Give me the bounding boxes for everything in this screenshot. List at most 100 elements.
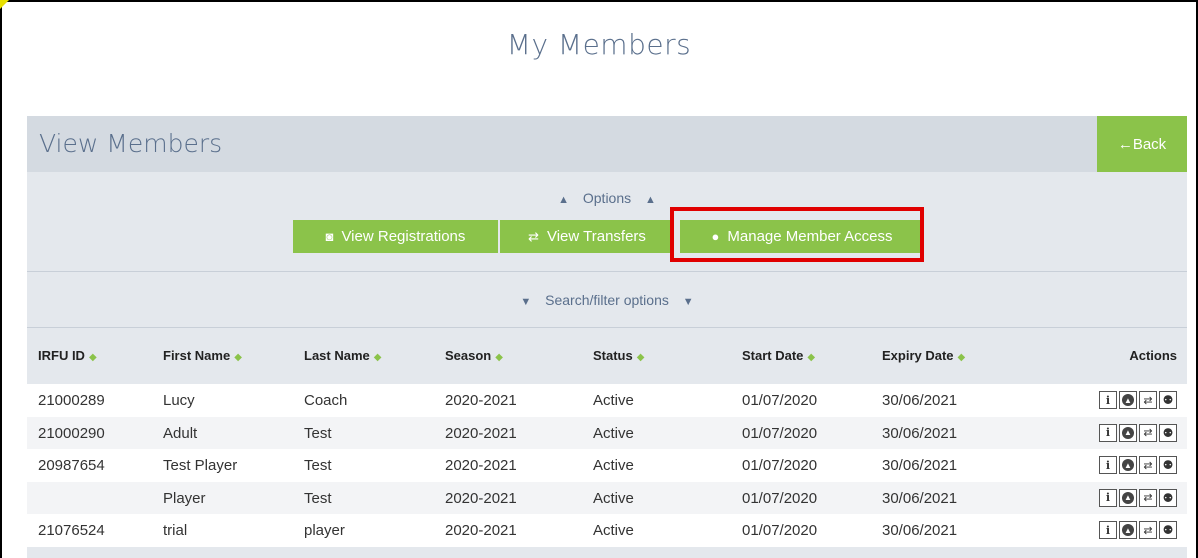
transfer-icon: ⇄ [528, 228, 539, 244]
money-icon: ◙ [325, 229, 334, 244]
cell-last-name: Test [304, 489, 332, 507]
column-header-expiry-date[interactable]: Expiry Date ◆ [882, 348, 965, 363]
info-icon[interactable]: i [1099, 391, 1117, 409]
divider [27, 327, 1187, 328]
panel-title: View Members [39, 129, 223, 158]
row-actions: i ▲ ⇄ ⚉ [1097, 521, 1177, 539]
upload-icon[interactable]: ▲ [1119, 488, 1137, 507]
cell-start-date: 01/07/2020 [742, 457, 818, 474]
upload-icon[interactable]: ▲ [1119, 391, 1137, 409]
upload-icon[interactable]: ▲ [1119, 456, 1137, 474]
column-header-last-name[interactable]: Last Name ◆ [304, 348, 381, 363]
upload-icon[interactable]: ▲ [1119, 423, 1137, 442]
group-icon[interactable]: ⚉ [1159, 423, 1177, 442]
cell-last-name: Coach [304, 392, 348, 409]
group-icon[interactable]: ⚉ [1159, 488, 1177, 507]
transfer-icon[interactable]: ⇄ [1139, 456, 1157, 474]
transfer-icon[interactable]: ⇄ [1139, 521, 1157, 539]
cell-season: 2020-2021 [445, 457, 517, 474]
table-row: 21000290 Adult Test 2020-2021 Active 01/07/20… [27, 416, 1187, 449]
info-icon[interactable]: i [1099, 521, 1117, 539]
options-toggle[interactable]: ▲ Options ▲ [27, 190, 1187, 206]
group-icon[interactable]: ⚉ [1159, 391, 1177, 409]
row-actions: i ▲ ⇄ ⚉ [1097, 456, 1177, 474]
cell-season: 2020-2021 [445, 392, 517, 409]
triangle-down-icon: ▼ [682, 296, 694, 308]
cell-start-date: 01/07/2020 [742, 392, 818, 409]
column-header-status[interactable]: Status ◆ [593, 348, 644, 363]
table-row: 20987654 Test Player Test 2020-2021 Active 01… [27, 449, 1187, 482]
triangle-down-icon: ▼ [520, 296, 532, 308]
cell-expiry-date: 30/06/2021 [882, 522, 958, 539]
column-header-season[interactable]: Season ◆ [445, 348, 503, 363]
search-filter-toggle[interactable]: ▼ Search/filter options ▼ [27, 292, 1187, 308]
table-row: Player Test 2020-2021 Active 01/07/2020 30/06… [27, 481, 1187, 514]
sort-icon: ◆ [807, 352, 816, 363]
options-label: Options [582, 190, 632, 206]
cell-irfu-id: 21000290 [38, 424, 105, 442]
cell-start-date: 01/07/2020 [742, 489, 818, 507]
cell-status: Active [593, 522, 634, 539]
corner-marker [0, 0, 9, 9]
cell-irfu-id: 21000289 [38, 392, 105, 409]
table-row: 21000289 Lucy Coach 2020-2021 Active 01/07/20… [27, 384, 1187, 417]
sort-icon: ◆ [957, 352, 966, 363]
page-title: My Members [506, 28, 692, 61]
cell-last-name: Test [304, 424, 332, 442]
cell-first-name: Test Player [163, 457, 238, 474]
transfer-icon[interactable]: ⇄ [1139, 391, 1157, 409]
row-actions: i ▲ ⇄ ⚉ [1097, 488, 1177, 507]
cell-expiry-date: 30/06/2021 [882, 424, 958, 442]
options-button-row: ◙ View Registrations ⇄ View Transfers ● … [293, 220, 926, 253]
table-row: 21076524 trial player 2020-2021 Active 01/07/… [27, 514, 1187, 547]
sort-icon: ◆ [636, 352, 645, 363]
info-icon[interactable]: i [1099, 488, 1117, 507]
column-header-first-name[interactable]: First Name ◆ [163, 348, 242, 363]
cell-irfu-id: 21076524 [38, 522, 105, 539]
upload-icon[interactable]: ▲ [1119, 521, 1137, 539]
info-icon[interactable]: i [1099, 456, 1117, 474]
column-header-irfu-id[interactable]: IRFU ID ◆ [38, 348, 97, 363]
triangle-up-icon: ▲ [558, 194, 569, 206]
info-icon[interactable]: i [1099, 423, 1117, 442]
column-header-actions: Actions [1129, 348, 1177, 363]
cell-first-name: Player [163, 489, 206, 507]
view-transfers-label: View Transfers [546, 228, 646, 245]
cell-expiry-date: 30/06/2021 [882, 392, 958, 409]
transfer-icon[interactable]: ⇄ [1139, 423, 1157, 442]
cell-status: Active [593, 457, 634, 474]
group-icon[interactable]: ⚉ [1159, 521, 1177, 539]
manage-member-access-button[interactable]: ● Manage Member Access [680, 220, 924, 253]
manage-member-access-label: Manage Member Access [727, 228, 893, 245]
sort-icon: ◆ [373, 352, 382, 363]
cell-irfu-id: 20987654 [38, 457, 105, 474]
row-actions: i ▲ ⇄ ⚉ [1097, 423, 1177, 442]
cell-last-name: player [304, 522, 345, 539]
table-body: 21000289 Lucy Coach 2020-2021 Active 01/07/20… [27, 384, 1187, 547]
divider [27, 271, 1187, 272]
user-icon: ● [711, 229, 720, 244]
cell-season: 2020-2021 [445, 489, 517, 507]
triangle-up-icon: ▲ [645, 194, 656, 206]
sort-icon: ◆ [88, 352, 97, 363]
table-header: IRFU ID ◆ First Name ◆ Last Name ◆ Season ◆ … [27, 340, 1187, 376]
back-button[interactable]: ←Back [1097, 116, 1187, 172]
view-transfers-button[interactable]: ⇄ View Transfers [500, 220, 674, 253]
cell-first-name: Adult [163, 424, 198, 442]
cell-status: Active [593, 392, 634, 409]
cell-first-name: Lucy [163, 392, 195, 409]
transfer-icon[interactable]: ⇄ [1139, 488, 1157, 507]
cell-last-name: Test [304, 457, 332, 474]
cell-first-name: trial [163, 522, 188, 539]
group-icon[interactable]: ⚉ [1159, 456, 1177, 474]
view-registrations-button[interactable]: ◙ View Registrations [293, 220, 498, 253]
cell-status: Active [593, 489, 634, 507]
view-registrations-label: View Registrations [341, 228, 466, 245]
cell-start-date: 01/07/2020 [742, 522, 818, 539]
cell-season: 2020-2021 [445, 522, 517, 539]
cell-season: 2020-2021 [445, 424, 517, 442]
cell-expiry-date: 30/06/2021 [882, 489, 958, 507]
row-actions: i ▲ ⇄ ⚉ [1097, 391, 1177, 409]
cell-expiry-date: 30/06/2021 [882, 457, 958, 474]
column-header-start-date[interactable]: Start Date ◆ [742, 348, 815, 363]
